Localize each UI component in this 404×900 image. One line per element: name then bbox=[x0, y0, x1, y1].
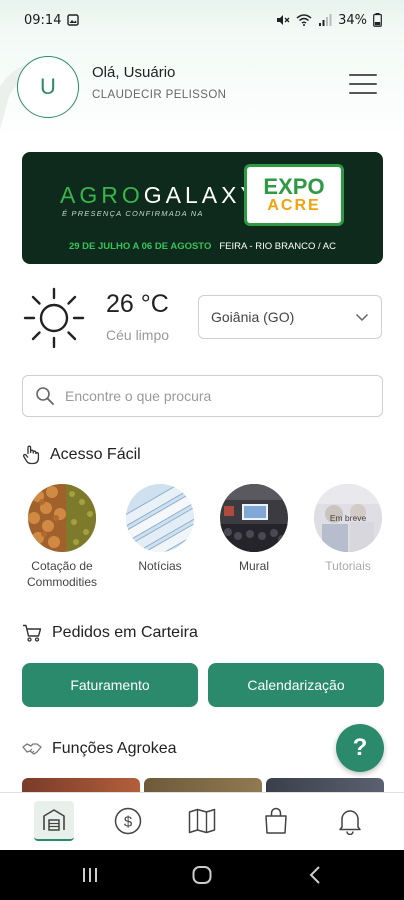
tutorials-image: Em breve bbox=[314, 484, 382, 552]
battery-percent: 34% bbox=[338, 12, 367, 28]
function-card-1[interactable] bbox=[22, 778, 140, 792]
commodities-image bbox=[28, 484, 96, 552]
search-icon bbox=[36, 387, 54, 405]
coming-soon-badge: Em breve bbox=[314, 484, 382, 552]
quick-item-label: Notícias bbox=[138, 559, 182, 573]
quick-item-news[interactable]: Notícias bbox=[115, 484, 205, 574]
signal-icon bbox=[319, 14, 332, 26]
city-select[interactable]: Goiânia (GO) bbox=[198, 295, 382, 339]
status-left: 09:14 bbox=[24, 12, 80, 28]
function-card-3[interactable] bbox=[266, 778, 384, 792]
temperature-text: 26 °C bbox=[106, 290, 169, 318]
nav-home[interactable] bbox=[34, 801, 74, 841]
username-text: CLAUDECIR PELISSON bbox=[92, 89, 227, 101]
nav-finance[interactable]: $ bbox=[108, 801, 148, 841]
hamburger-menu-icon[interactable] bbox=[349, 72, 377, 96]
quick-item-label: Tutoriais bbox=[325, 559, 371, 573]
avatar[interactable]: U bbox=[17, 56, 79, 118]
svg-text:$: $ bbox=[124, 814, 133, 831]
search-placeholder: Encontre o que procura bbox=[65, 388, 212, 404]
weather-condition-text: Céu limpo bbox=[106, 327, 170, 343]
nav-notifications[interactable] bbox=[330, 801, 370, 841]
functions-title: Funções Agrokea bbox=[52, 740, 177, 757]
news-image bbox=[126, 484, 194, 552]
city-select-value: Goiânia (GO) bbox=[211, 309, 295, 325]
banner-subtitle: É PRESENÇA CONFIRMADA NA bbox=[62, 209, 204, 218]
scheduling-button[interactable]: Calendarização bbox=[208, 663, 384, 707]
cart-icon bbox=[23, 624, 42, 642]
quick-item-mural[interactable]: Mural bbox=[209, 484, 299, 574]
quick-access-title: Acesso Fácil bbox=[50, 446, 141, 463]
orders-title: Pedidos em Carteira bbox=[52, 624, 198, 641]
greeting-text: Olá, Usuário bbox=[92, 64, 176, 81]
quick-item-label: Cotação de Commodities bbox=[26, 559, 98, 590]
avatar-letter: U bbox=[40, 74, 56, 99]
status-time: 09:14 bbox=[24, 12, 62, 28]
gallery-notification-icon bbox=[67, 14, 80, 26]
home-icon[interactable] bbox=[190, 864, 214, 886]
wifi-icon bbox=[296, 14, 312, 26]
handshake-icon bbox=[22, 743, 42, 755]
warehouse-icon bbox=[43, 809, 65, 831]
map-icon bbox=[188, 808, 216, 834]
mural-image bbox=[220, 484, 288, 552]
banner-strip: 29 DE JULHO A 06 DE AGOSTO FEIRA - RIO B… bbox=[22, 236, 383, 256]
expo-acre-logo: EXPO ACRE bbox=[244, 164, 344, 226]
status-right: 34% bbox=[276, 13, 382, 28]
recent-apps-icon[interactable] bbox=[78, 864, 102, 886]
chevron-down-icon bbox=[355, 313, 369, 322]
search-input[interactable]: Encontre o que procura bbox=[22, 375, 383, 417]
quick-item-tutorials[interactable]: Em breve Tutoriais bbox=[303, 484, 393, 574]
banner-place: FEIRA - RIO BRANCO / AC bbox=[219, 240, 337, 252]
header: U Olá, Usuário CLAUDECIR PELISSON bbox=[0, 40, 404, 170]
battery-icon bbox=[373, 13, 382, 27]
status-bar: 09:14 34% bbox=[0, 0, 404, 40]
banner-brand: AGROGALAXY bbox=[60, 182, 260, 208]
nav-shop[interactable] bbox=[256, 801, 296, 841]
bell-icon bbox=[339, 810, 361, 835]
help-button[interactable]: ? bbox=[336, 724, 384, 772]
function-card-2[interactable] bbox=[144, 778, 262, 792]
nav-map[interactable] bbox=[182, 801, 222, 841]
quick-access-heading: Acesso Fácil bbox=[22, 445, 141, 465]
shopping-bag-icon bbox=[265, 807, 287, 834]
quick-item-commodities[interactable]: Cotação de Commodities bbox=[17, 484, 107, 590]
bottom-nav: $ bbox=[0, 792, 404, 850]
sun-icon bbox=[23, 287, 85, 349]
orders-heading: Pedidos em Carteira bbox=[22, 624, 198, 642]
system-nav-bar bbox=[0, 850, 404, 900]
hand-pointer-icon bbox=[22, 445, 40, 465]
functions-heading: Funções Agrokea bbox=[22, 740, 177, 758]
dollar-circle-icon: $ bbox=[114, 807, 142, 835]
back-icon[interactable] bbox=[304, 864, 328, 886]
banner-date: 29 DE JULHO A 06 DE AGOSTO bbox=[68, 240, 212, 252]
promo-banner[interactable]: AGROGALAXY É PRESENÇA CONFIRMADA NA EXPO… bbox=[22, 152, 383, 264]
billing-button[interactable]: Faturamento bbox=[22, 663, 198, 707]
mute-icon bbox=[277, 15, 290, 25]
quick-item-label: Mural bbox=[238, 559, 269, 573]
